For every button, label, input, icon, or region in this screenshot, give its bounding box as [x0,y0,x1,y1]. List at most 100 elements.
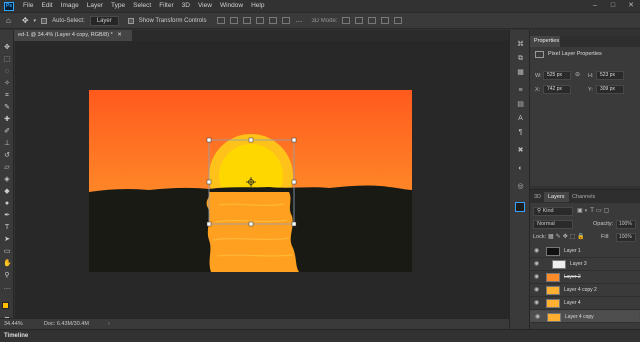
history-brush-icon[interactable]: ↺ [3,152,11,160]
minimize-icon[interactable]: – [586,0,604,12]
auto-select-dropdown[interactable]: Layer [89,15,119,26]
layer-filter-icons[interactable]: ▣◐T▭▢ [577,207,611,214]
transform-controls-checkbox[interactable] [127,17,134,24]
eye-icon[interactable]: ◉ [534,284,542,297]
3d-drag-icon[interactable] [368,17,377,24]
menu-filter[interactable]: Filter [155,0,177,12]
menu-file[interactable]: File [19,0,37,12]
more-tools-icon[interactable]: … [3,284,11,292]
3d-scale-icon[interactable] [394,17,403,24]
menu-3d[interactable]: 3D [178,0,194,12]
type-tool-icon[interactable]: T [3,224,11,232]
layer-row-selected[interactable]: ◉ Layer 4 copy [530,310,640,323]
swatches-panel-icon[interactable]: ▤ [516,100,525,109]
menu-image[interactable]: Image [57,0,83,12]
hand-tool-icon[interactable]: ✋ [3,260,12,268]
close-tab-icon[interactable]: ✕ [117,32,122,38]
brush-settings-icon[interactable]: ≡ [516,86,525,95]
eye-icon[interactable]: ◉ [534,271,542,284]
path-select-icon[interactable]: ➤ [3,236,11,244]
tab-channels[interactable]: Channels [568,192,599,202]
chevron-down-icon[interactable]: ▾ [34,18,37,24]
menu-help[interactable]: Help [247,0,268,12]
zoom-tool-icon[interactable]: ⚲ [3,272,11,280]
lock-icons[interactable]: ▦✎✥⬚🔒 [548,233,587,240]
move-tool-icon[interactable]: ✥ [22,16,29,25]
eye-icon[interactable]: ◉ [534,245,542,258]
height-field[interactable]: 523 px [596,71,624,80]
timeline-panel[interactable]: Timeline [0,329,640,341]
layer-thumbnail [546,286,560,295]
home-icon[interactable]: ⌂ [6,16,11,25]
move-tool-icon[interactable]: ✥ [3,44,11,52]
blend-mode-dropdown[interactable]: Normal [533,220,573,229]
align-right-icon[interactable] [282,17,291,24]
close-icon[interactable]: ✕ [622,0,640,12]
layer-filter-dropdown[interactable]: ⚲ Kind [533,207,573,216]
align-left-icon[interactable] [256,17,265,24]
align-middle-icon[interactable] [230,17,239,24]
eyedropper-icon[interactable]: ✎ [3,104,11,112]
tab-properties[interactable]: Properties [530,36,560,47]
layer-row[interactable]: ◉ Layer 2 [530,271,640,284]
magic-wand-icon[interactable]: ✧ [3,80,11,88]
menu-view[interactable]: View [194,0,216,12]
paint-bucket-icon[interactable]: ◈ [3,176,11,184]
tab-layers[interactable]: Layers [544,192,569,202]
y-field[interactable]: 309 px [596,85,624,94]
layer-row[interactable]: ◉ Layer 1 [530,245,640,258]
3d-panel-icon[interactable] [515,202,525,212]
eye-icon[interactable]: ◉ [534,297,542,310]
width-field[interactable]: 525 px [543,71,571,80]
opacity-field[interactable]: 100% [616,220,636,229]
menu-select[interactable]: Select [129,0,155,12]
canvas-artwork[interactable] [89,90,412,272]
channels-icon[interactable]: ◎ [516,182,525,191]
fill-field[interactable]: 100% [616,233,636,242]
3d-rotate-icon[interactable] [342,17,351,24]
menu-layer[interactable]: Layer [83,0,107,12]
rectangle-tool-icon[interactable]: ▭ [3,248,11,256]
menu-edit[interactable]: Edit [37,0,56,12]
align-bottom-icon[interactable] [243,17,252,24]
3d-roll-icon[interactable] [355,17,364,24]
options-bar: ⌂ ✥ ▾ Auto-Select: Layer Show Transform … [0,12,640,29]
eye-icon[interactable]: ◉ [535,311,543,324]
3d-slide-icon[interactable] [381,17,390,24]
adjust-panel-icon[interactable]: ⧉ [516,54,525,63]
link-icon[interactable]: ⊖ [575,71,580,78]
transform-handle-bl [206,221,212,227]
blur-tool-icon[interactable]: ◆ [3,188,11,196]
brush-tool-icon[interactable]: ✐ [3,128,11,136]
pen-tool-icon[interactable]: ✒ [3,212,11,220]
auto-select-checkbox[interactable] [41,17,48,24]
lock-label: Lock: [533,234,547,240]
dodge-tool-icon[interactable]: ● [3,200,11,208]
x-field[interactable]: 742 px [543,85,571,94]
foreground-color-swatch[interactable] [2,302,9,309]
menu-type[interactable]: Type [107,0,129,12]
eye-icon[interactable]: ◉ [534,258,542,271]
lasso-tool-icon[interactable]: ◌ [3,68,11,76]
align-top-icon[interactable] [217,17,226,24]
maximize-icon[interactable]: □ [604,0,622,12]
layer-row[interactable]: ◉ Layer 3 [530,258,640,271]
more-options-icon[interactable]: … [295,17,302,24]
stamp-tool-icon[interactable]: ⊥ [3,140,11,148]
layer-row[interactable]: ◉ Layer 4 [530,297,640,310]
history-panel-icon[interactable]: ⌘ [516,40,525,49]
properties-icon[interactable]: ◐ [516,164,525,173]
eraser-tool-icon[interactable]: ▱ [3,164,11,172]
document-tab[interactable]: ed-1 @ 34.4% (Layer 4 copy, RGB/8) * ✕ [14,30,132,41]
menu-window[interactable]: Window [216,0,247,12]
crop-tool-icon[interactable]: ⌗ [3,92,11,100]
tab-3d[interactable]: 3D [530,192,545,202]
character-panel-icon[interactable]: A [516,114,525,123]
healing-brush-icon[interactable]: ✚ [3,116,11,124]
paragraph-panel-icon[interactable]: ¶ [516,128,525,137]
layer-row[interactable]: ◉ Layer 4 copy 2 [530,284,640,297]
marquee-tool-icon[interactable]: ⬚ [3,56,11,64]
libraries-panel-icon[interactable]: ▦ [516,68,525,77]
tool-presets-icon[interactable]: ✖ [516,146,525,155]
align-center-icon[interactable] [269,17,278,24]
